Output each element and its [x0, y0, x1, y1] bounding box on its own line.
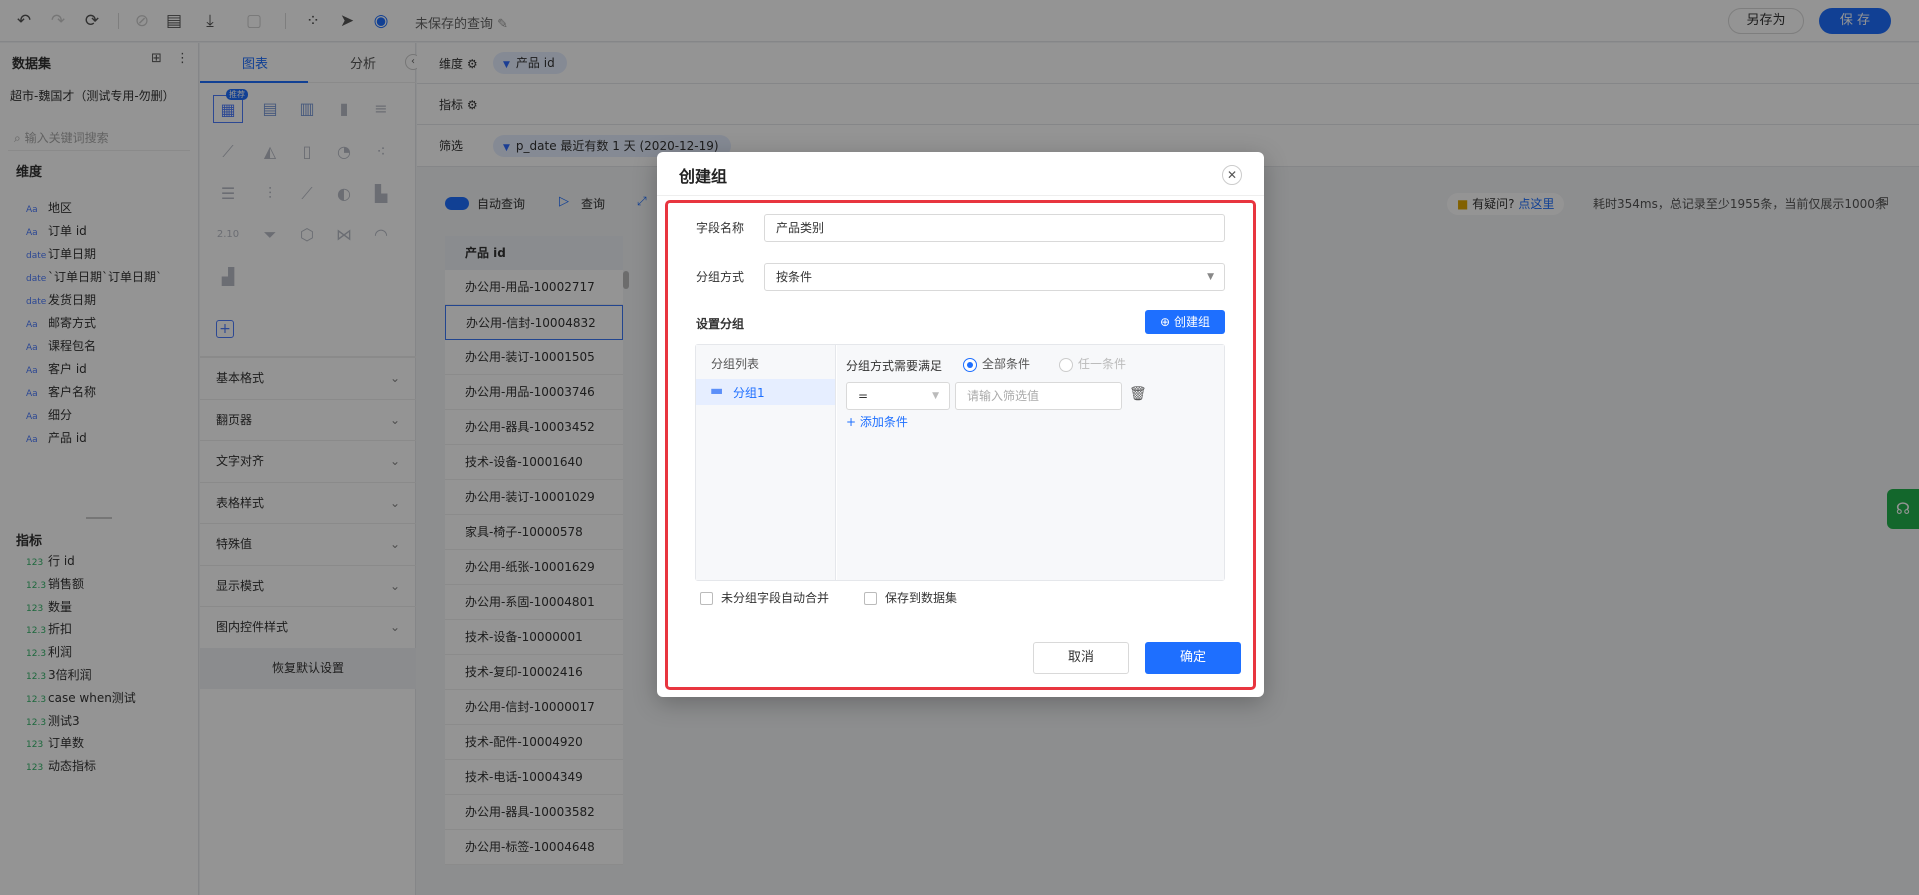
radio-on-icon	[963, 357, 977, 372]
cancel-button[interactable]: 取消	[1033, 642, 1129, 674]
group-list-title: 分组列表	[711, 357, 760, 371]
chevron-down-icon: ▼	[1207, 272, 1214, 282]
save-dataset-label: 保存到数据集	[885, 591, 958, 605]
plus-icon: +	[846, 415, 857, 429]
plus-circle-icon: ⊕	[1160, 315, 1171, 329]
chevron-down-icon: ▼	[932, 391, 939, 401]
radio-off-icon	[1059, 357, 1073, 372]
save-dataset-checkbox[interactable]: 保存到数据集	[864, 589, 957, 606]
checkbox-icon	[700, 592, 713, 605]
set-group-label: 设置分组	[696, 317, 745, 331]
close-icon[interactable]: ✕	[1222, 165, 1242, 185]
operator-select[interactable]: = ▼	[846, 382, 950, 410]
ok-button[interactable]: 确定	[1145, 642, 1241, 674]
add-condition-label: 添加条件	[859, 415, 908, 429]
auto-merge-label: 未分组字段自动合并	[721, 591, 830, 605]
create-group-label: 创建组	[1173, 315, 1210, 329]
add-condition-link[interactable]: + 添加条件	[846, 413, 908, 430]
create-group-dialog: 创建组 ✕ 字段名称 产品类别 分组方式 按条件 ▼ 设置分组 ⊕ 创建组 分组列…	[657, 152, 1264, 697]
create-group-button[interactable]: ⊕ 创建组	[1145, 310, 1225, 334]
group-item-label: 分组1	[733, 386, 765, 400]
group-list: 分组列表 ▬ 分组1	[696, 345, 836, 580]
radio-all-conditions[interactable]: 全部条件	[963, 355, 1030, 372]
group-method-value: 按条件	[776, 270, 813, 284]
auto-merge-checkbox[interactable]: 未分组字段自动合并	[700, 589, 829, 606]
group-method-select[interactable]: 按条件 ▼	[764, 263, 1225, 291]
field-name-label: 字段名称	[696, 221, 745, 235]
group-conditions: 分组方式需要满足 全部条件 任一条件 = ▼ 请输入筛选值 🗑︎ + 添加条件	[837, 345, 1224, 580]
condition-mode-label: 分组方式需要满足	[846, 359, 943, 373]
group-method-label: 分组方式	[696, 270, 745, 284]
divider	[657, 195, 1264, 196]
folder-icon: ▬	[710, 383, 724, 399]
group-item[interactable]: ▬ 分组1	[696, 379, 835, 405]
filter-value-input[interactable]: 请输入筛选值	[955, 382, 1122, 410]
radio-all-label: 全部条件	[982, 357, 1031, 371]
checkbox-icon	[864, 592, 877, 605]
radio-any-condition[interactable]: 任一条件	[1059, 355, 1126, 372]
dialog-title: 创建组	[679, 167, 728, 186]
radio-any-label: 任一条件	[1078, 357, 1127, 371]
group-editor: 分组列表 ▬ 分组1 分组方式需要满足 全部条件 任一条件 = ▼ 请输入筛选值 …	[695, 344, 1225, 581]
trash-icon[interactable]: 🗑︎	[1129, 386, 1147, 402]
field-name-input[interactable]: 产品类别	[764, 214, 1225, 242]
operator-value: =	[858, 389, 869, 403]
